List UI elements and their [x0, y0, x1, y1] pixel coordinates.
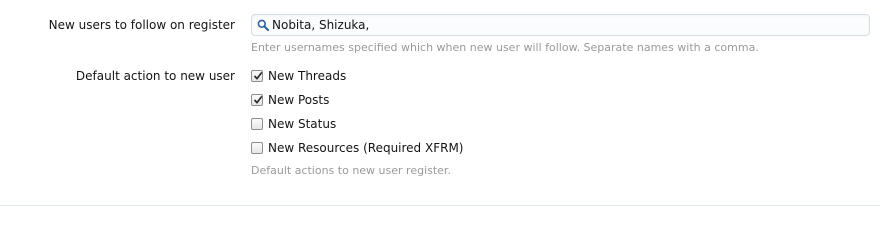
follow-hint: Enter usernames specified which when new…	[251, 41, 759, 54]
default-action-label: Default action to new user	[75, 69, 235, 83]
section-divider	[0, 205, 880, 206]
follow-users-input[interactable]	[272, 18, 852, 32]
new-threads-label[interactable]: New Threads	[268, 69, 346, 83]
follow-label: New users to follow on register	[48, 18, 235, 32]
new-status-checkbox[interactable]	[251, 118, 263, 130]
search-icon	[257, 19, 269, 31]
new-posts-label[interactable]: New Posts	[268, 93, 329, 107]
follow-users-field[interactable]	[251, 14, 870, 36]
new-resources-label[interactable]: New Resources (Required XFRM)	[268, 141, 464, 155]
new-posts-checkbox[interactable]	[251, 94, 263, 106]
option-new-posts[interactable]: New Posts	[251, 92, 329, 108]
new-resources-checkbox[interactable]	[251, 142, 263, 154]
default-action-hint: Default actions to new user register.	[251, 164, 451, 177]
option-new-status[interactable]: New Status	[251, 116, 336, 132]
checkmark-icon	[253, 95, 263, 104]
option-new-threads[interactable]: New Threads	[251, 68, 346, 84]
checkmark-icon	[253, 71, 263, 80]
new-status-label[interactable]: New Status	[268, 117, 336, 131]
new-threads-checkbox[interactable]	[251, 70, 263, 82]
option-new-resources[interactable]: New Resources (Required XFRM)	[251, 140, 464, 156]
